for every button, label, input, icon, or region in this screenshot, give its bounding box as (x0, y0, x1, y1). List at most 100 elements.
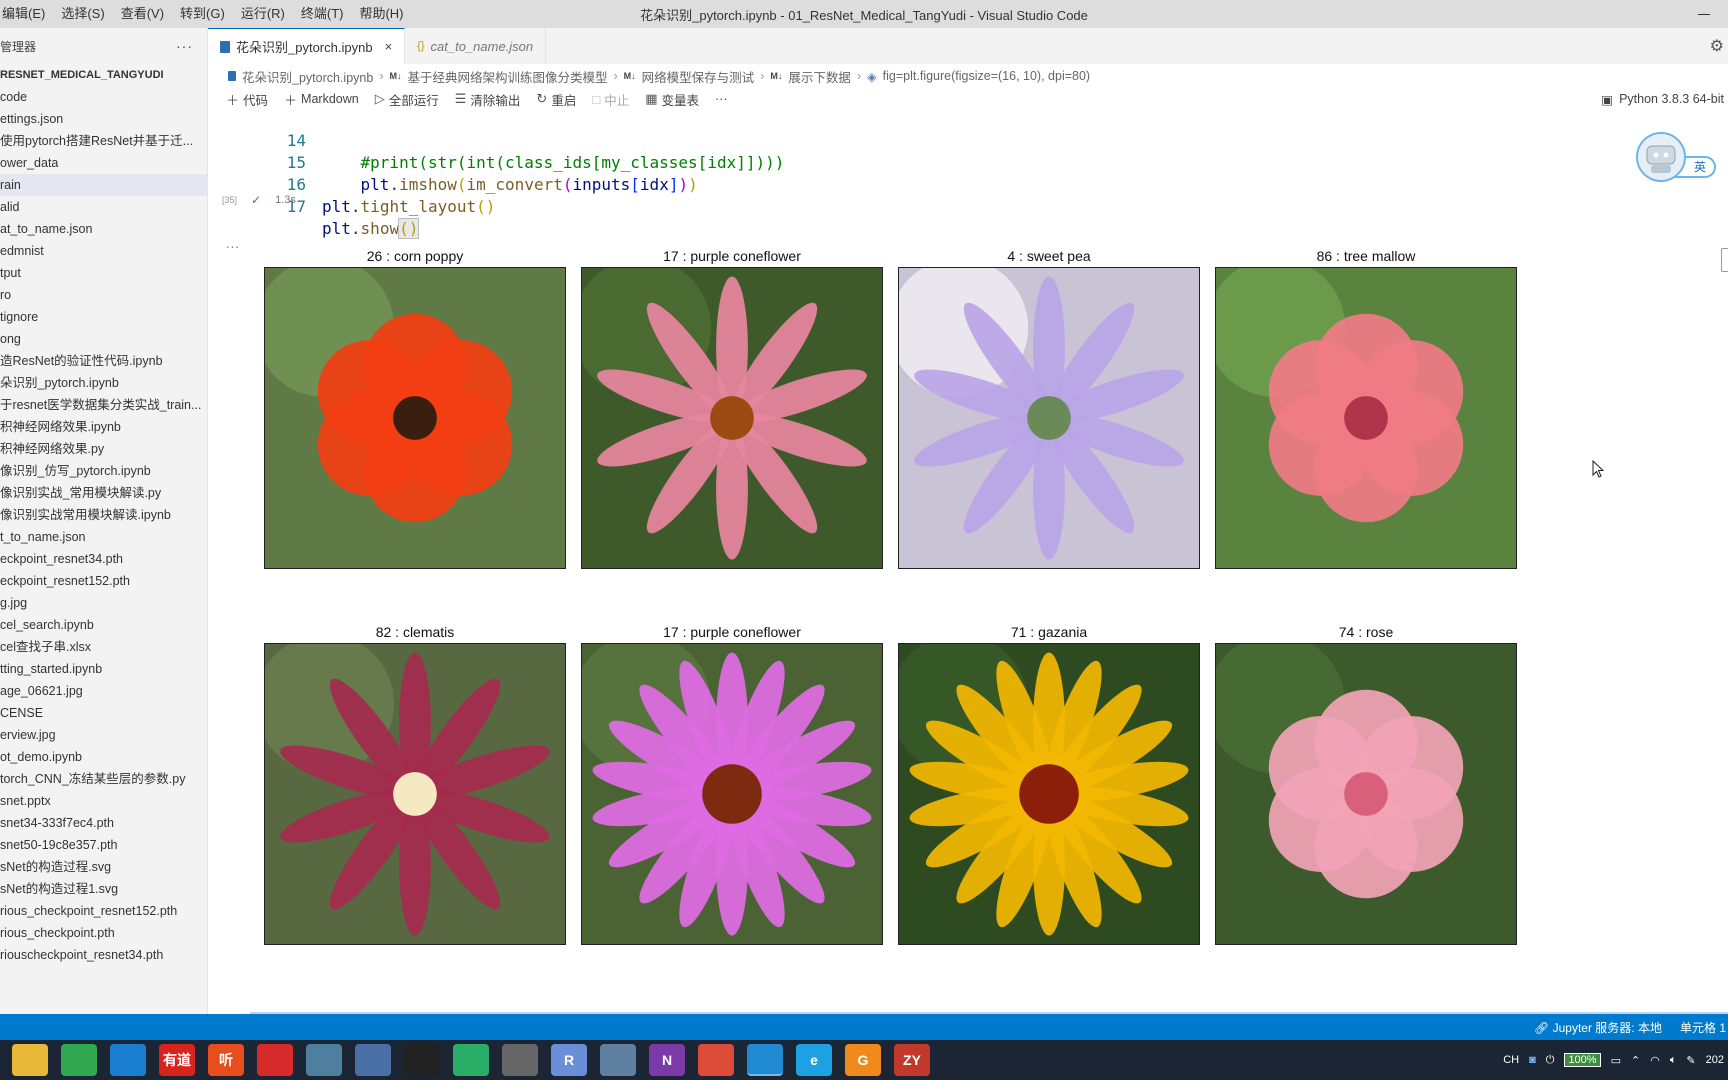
menu-item[interactable]: 帮助(H) (351, 0, 411, 28)
360-browser-icon[interactable] (61, 1044, 97, 1076)
usb-tool-icon[interactable] (502, 1044, 538, 1076)
breadcrumb-item[interactable]: 网络模型保存与测试 (642, 67, 755, 86)
scroll-marker[interactable] (1721, 248, 1728, 272)
clear-output-button[interactable]: ☰ 清除输出 (447, 88, 529, 110)
keyboard-icon[interactable]: ▭ (1611, 1054, 1621, 1067)
camera-app-icon[interactable] (600, 1044, 636, 1076)
close-icon[interactable]: × (385, 39, 393, 54)
file-item[interactable]: erview.jpg (0, 724, 207, 746)
vscode-icon[interactable] (747, 1044, 783, 1076)
project-folder-title[interactable]: RESNET_MEDICAL_TANGYUDI (0, 64, 207, 86)
file-item[interactable]: sNet的构造过程.svg (0, 856, 207, 878)
edge-icon[interactable] (110, 1044, 146, 1076)
onenote-icon[interactable]: N (649, 1044, 685, 1076)
orange-app-icon[interactable]: G (845, 1044, 881, 1076)
menu-item[interactable]: 终端(T) (293, 0, 352, 28)
gear-icon[interactable]: ⚙ (1710, 36, 1724, 56)
file-item[interactable]: cel_search.ipynb (0, 614, 207, 636)
wechat-icon[interactable] (453, 1044, 489, 1076)
breadcrumb-item[interactable]: 基于经典网络架构训练图像分类模型 (407, 67, 607, 86)
battery-indicator[interactable]: 100% (1564, 1053, 1601, 1067)
file-item[interactable]: at_to_name.json (0, 218, 207, 240)
breadcrumb-item[interactable]: 花朵识别_pytorch.ipynb (242, 67, 373, 86)
code-cell[interactable]: 14 #print(str(int(class_ids[my_classes[i… (214, 108, 1704, 239)
file-item[interactable]: 像识别实战_常用模块解读.py (0, 482, 207, 504)
file-item[interactable]: ong (0, 328, 207, 350)
tab-cat-to-name-json[interactable]: {} cat_to_name.json (405, 28, 547, 64)
interrupt-button[interactable]: □ 中止 (584, 88, 637, 110)
output-more-icon[interactable]: ... (226, 236, 240, 251)
add-markdown-cell-button[interactable]: ＋ Markdown (276, 88, 367, 110)
file-item[interactable]: CENSE (0, 702, 207, 724)
file-item[interactable]: g.jpg (0, 592, 207, 614)
file-item[interactable]: ot_demo.ipynb (0, 746, 207, 768)
minimize-button[interactable] (1694, 4, 1714, 24)
chevron-up-icon[interactable]: ⌃ (1631, 1054, 1640, 1067)
file-item[interactable]: snet50-19c8e357.pth (0, 834, 207, 856)
file-item[interactable]: 积神经网络效果.ipynb (0, 416, 207, 438)
file-item[interactable]: rious_checkpoint.pth (0, 922, 207, 944)
file-item[interactable]: code (0, 86, 207, 108)
menu-item[interactable]: 选择(S) (53, 0, 112, 28)
file-item[interactable]: rain (0, 174, 207, 196)
file-item[interactable]: 造ResNet的验证性代码.ipynb (0, 350, 207, 372)
menu-item[interactable]: 查看(V) (113, 0, 172, 28)
file-item[interactable]: t_to_name.json (0, 526, 207, 548)
tray-app-icon[interactable]: ◙ (1529, 1054, 1536, 1066)
cell-indicator[interactable]: 单元格 1 (1680, 1019, 1726, 1036)
file-item[interactable]: eckpoint_resnet152.pth (0, 570, 207, 592)
clock-year[interactable]: 202 (1706, 1054, 1724, 1066)
file-item[interactable]: snet34-333f7ec4.pth (0, 812, 207, 834)
file-item[interactable]: 使用pytorch搭建ResNet并基于迁... (0, 130, 207, 152)
pen-icon[interactable]: ✎ (1686, 1054, 1695, 1067)
chrome-icon[interactable] (698, 1044, 734, 1076)
ie-edge-icon[interactable]: e (796, 1044, 832, 1076)
file-item[interactable]: rious_checkpoint_resnet152.pth (0, 900, 207, 922)
add-code-cell-button[interactable]: ＋ 代码 (218, 88, 276, 110)
file-item[interactable]: tignore (0, 306, 207, 328)
file-item[interactable]: riouscheckpoint_resnet34.pth (0, 944, 207, 966)
file-item[interactable]: age_06621.jpg (0, 680, 207, 702)
file-item[interactable]: 像识别_仿写_pytorch.ipynb (0, 460, 207, 482)
input-language[interactable]: CH (1503, 1054, 1519, 1066)
run-all-button[interactable]: ▷ 全部运行 (367, 88, 447, 110)
variables-button[interactable]: ▦ 变量表 (637, 88, 707, 110)
wifi-icon[interactable]: ◠ (1650, 1054, 1660, 1067)
file-item[interactable]: ower_data (0, 152, 207, 174)
file-item[interactable]: ro (0, 284, 207, 306)
file-item[interactable]: alid (0, 196, 207, 218)
file-item[interactable]: edmnist (0, 240, 207, 262)
qq-icon[interactable] (404, 1044, 440, 1076)
menu-item[interactable]: 转到(G) (172, 0, 233, 28)
explorer-more-icon[interactable]: ··· (176, 38, 193, 54)
toolbar-more-button[interactable]: ··· (707, 88, 736, 110)
file-item[interactable]: ettings.json (0, 108, 207, 130)
restart-button[interactable]: ↻ 重启 (528, 88, 584, 110)
file-item[interactable]: torch_CNN_冻结某些层的参数.py (0, 768, 207, 790)
parrot-icon[interactable] (306, 1044, 342, 1076)
file-item[interactable]: snet.pptx (0, 790, 207, 812)
netease-music-icon[interactable] (257, 1044, 293, 1076)
file-item[interactable]: cel查找子串.xlsx (0, 636, 207, 658)
youdao-icon[interactable]: 有道 (159, 1044, 195, 1076)
menu-item[interactable]: 运行(R) (233, 0, 293, 28)
file-item[interactable]: 像识别实战常用模块解读.ipynb (0, 504, 207, 526)
file-item[interactable]: eckpoint_resnet34.pth (0, 548, 207, 570)
breadcrumb-item[interactable]: fig=plt.figure(figsize=(16, 10), dpi=80) (883, 69, 1090, 83)
menu-item[interactable]: 编辑(E) (0, 0, 53, 28)
listen-icon[interactable]: 听 (208, 1044, 244, 1076)
ime-avatar-widget[interactable]: 英 (1636, 132, 1718, 182)
file-item[interactable]: 于resnet医学数据集分类实战_train... (0, 394, 207, 416)
r-app-icon[interactable]: R (551, 1044, 587, 1076)
zy-app-icon[interactable]: ZY (894, 1044, 930, 1076)
file-item[interactable]: tput (0, 262, 207, 284)
volume-icon[interactable]: 🔈︎ (1670, 1054, 1677, 1067)
calculator-icon[interactable] (355, 1044, 391, 1076)
jupyter-server-status[interactable]: 🔗︎ Jupyter 服务器: 本地 (1534, 1019, 1662, 1036)
breadcrumb-item[interactable]: 展示下数据 (788, 67, 851, 86)
file-item[interactable]: sNet的构造过程1.svg (0, 878, 207, 900)
file-item[interactable]: 朵识别_pytorch.ipynb (0, 372, 207, 394)
kernel-picker[interactable]: ▣ Python 3.8.3 64-bit (1601, 88, 1724, 110)
tab-flower-notebook[interactable]: 花朵识别_pytorch.ipynb × (208, 28, 406, 64)
file-item[interactable]: tting_started.ipynb (0, 658, 207, 680)
